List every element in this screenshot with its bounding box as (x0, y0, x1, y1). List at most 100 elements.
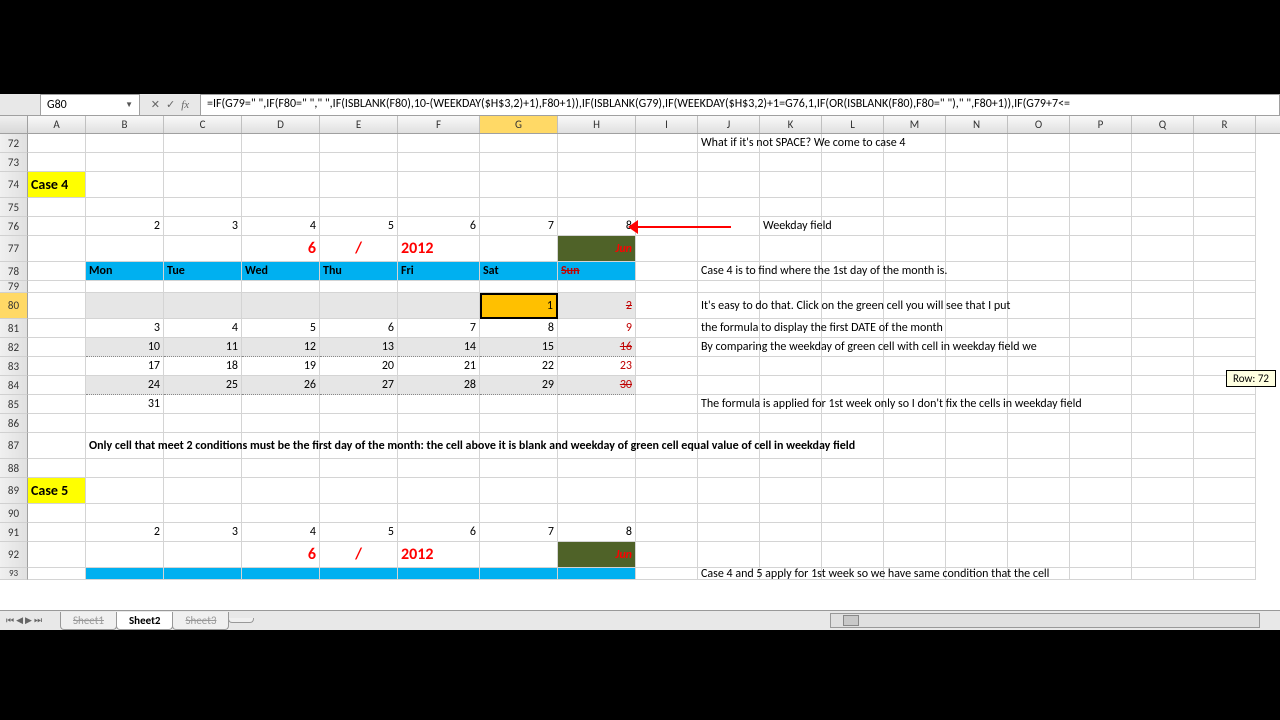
row-header[interactable]: 82 (0, 338, 28, 357)
horizontal-scrollbar[interactable] (830, 613, 1260, 628)
row-header[interactable]: 85 (0, 395, 28, 414)
col-header[interactable]: D (242, 116, 320, 133)
col-header[interactable]: M (884, 116, 946, 133)
year-cell[interactable]: 2012 (398, 542, 480, 568)
cal-cell[interactable]: 6 (320, 319, 398, 338)
cal-cell[interactable] (398, 293, 480, 319)
cal-cell[interactable]: 4 (164, 319, 242, 338)
row-header[interactable]: 79 (0, 281, 28, 293)
text-cell[interactable]: The formula is applied for 1st week only… (698, 395, 760, 414)
row-header[interactable]: 88 (0, 459, 28, 478)
row-header[interactable]: 92 (0, 542, 28, 568)
cal-cell[interactable]: 20 (320, 357, 398, 376)
col-header[interactable]: O (1008, 116, 1070, 133)
cal-cell[interactable]: 11 (164, 338, 242, 357)
slash-cell[interactable]: / (320, 542, 398, 568)
cal-cell[interactable]: 28 (398, 376, 480, 395)
row-header[interactable]: 87 (0, 433, 28, 459)
fx-icon[interactable]: fx (181, 99, 189, 111)
day-header[interactable]: Thu (320, 262, 398, 281)
row-header[interactable]: 77 (0, 236, 28, 262)
slash-cell[interactable]: / (320, 236, 398, 262)
weekday-num[interactable]: 3 (164, 523, 242, 542)
month-cell[interactable]: 6 (242, 236, 320, 262)
tab-sheet2[interactable]: Sheet2 (116, 612, 174, 630)
col-header-selected[interactable]: G (480, 116, 558, 133)
year-cell[interactable]: 2012 (398, 236, 480, 262)
cal-cell[interactable]: 8 (480, 319, 558, 338)
cal-cell[interactable]: 19 (242, 357, 320, 376)
row-header[interactable]: 72 (0, 134, 28, 153)
col-header[interactable]: E (320, 116, 398, 133)
cal-cell[interactable]: 7 (398, 319, 480, 338)
col-header[interactable]: N (946, 116, 1008, 133)
tab-sheet3[interactable]: Sheet3 (172, 612, 229, 630)
text-cell[interactable]: Only cell that meet 2 conditions must be… (86, 433, 164, 459)
row-header[interactable]: 74 (0, 172, 28, 198)
cal-cell[interactable]: 16 (558, 338, 636, 357)
text-cell[interactable]: Case 4 and 5 apply for 1st week so we ha… (698, 568, 760, 580)
row-header-selected[interactable]: 80 (0, 293, 28, 319)
first-tab-icon[interactable]: ⏮ (6, 615, 14, 626)
case5-label[interactable]: Case 5 (28, 478, 86, 504)
text-cell[interactable]: Case 4 is to find where the 1st day of t… (698, 262, 760, 281)
prev-tab-icon[interactable]: ◀ (16, 615, 23, 626)
weekday-num[interactable]: 4 (242, 217, 320, 236)
col-header[interactable]: A (28, 116, 86, 133)
cal-cell[interactable] (320, 293, 398, 319)
weekday-num[interactable]: 5 (320, 217, 398, 236)
selected-cell[interactable]: 1 (480, 293, 558, 319)
enter-icon[interactable]: ✓ (166, 98, 175, 111)
weekday-num[interactable]: 7 (480, 523, 558, 542)
col-header[interactable]: H (558, 116, 636, 133)
row-header[interactable]: 93 (0, 568, 28, 580)
weekday-num[interactable]: 3 (164, 217, 242, 236)
weekday-num[interactable]: 8 (558, 523, 636, 542)
col-header[interactable]: L (822, 116, 884, 133)
text-cell[interactable]: It's easy to do that. Click on the green… (698, 293, 760, 319)
text-cell[interactable]: the formula to display the first DATE of… (698, 319, 760, 338)
row-header[interactable]: 89 (0, 478, 28, 504)
text-cell[interactable]: By comparing the weekday of green cell w… (698, 338, 760, 357)
text-cell[interactable]: What if it's not SPACE? We come to case … (698, 134, 760, 153)
col-header[interactable]: Q (1132, 116, 1194, 133)
cal-cell[interactable]: 2 (558, 293, 636, 319)
case4-label[interactable]: Case 4 (28, 172, 86, 198)
tab-nav[interactable]: ⏮ ◀ ▶ ⏭ (0, 615, 60, 626)
cal-cell[interactable]: 21 (398, 357, 480, 376)
new-sheet-button[interactable] (228, 618, 254, 623)
cal-cell[interactable]: 23 (558, 357, 636, 376)
col-header[interactable]: C (164, 116, 242, 133)
cal-cell[interactable]: 29 (480, 376, 558, 395)
col-header[interactable]: I (636, 116, 698, 133)
day-header[interactable]: Wed (242, 262, 320, 281)
cal-cell[interactable]: 13 (320, 338, 398, 357)
col-header[interactable]: P (1070, 116, 1132, 133)
month-name-cell[interactable]: Jun (558, 542, 636, 568)
last-tab-icon[interactable]: ⏭ (34, 615, 42, 626)
cal-cell[interactable]: 31 (86, 395, 164, 414)
weekday-num[interactable]: 7 (480, 217, 558, 236)
cal-cell[interactable]: 5 (242, 319, 320, 338)
cal-cell[interactable]: 3 (86, 319, 164, 338)
row-header[interactable]: 90 (0, 504, 28, 523)
day-header[interactable]: Tue (164, 262, 242, 281)
weekday-num[interactable]: 6 (398, 217, 480, 236)
day-header[interactable]: Sat (480, 262, 558, 281)
col-header[interactable]: J (698, 116, 760, 133)
cal-cell[interactable]: 14 (398, 338, 480, 357)
cal-cell[interactable]: 9 (558, 319, 636, 338)
cal-cell[interactable]: 24 (86, 376, 164, 395)
row-header[interactable]: 81 (0, 319, 28, 338)
row-header[interactable]: 83 (0, 357, 28, 376)
cal-cell[interactable]: 22 (480, 357, 558, 376)
cal-cell[interactable] (164, 293, 242, 319)
cal-cell[interactable] (86, 293, 164, 319)
day-header[interactable]: Mon (86, 262, 164, 281)
month-cell[interactable]: 6 (242, 542, 320, 568)
row-header[interactable]: 84 (0, 376, 28, 395)
next-tab-icon[interactable]: ▶ (25, 615, 32, 626)
cal-cell[interactable]: 30 (558, 376, 636, 395)
weekday-field-label[interactable]: Weekday field (760, 217, 822, 236)
weekday-num[interactable]: 8 (558, 217, 636, 236)
